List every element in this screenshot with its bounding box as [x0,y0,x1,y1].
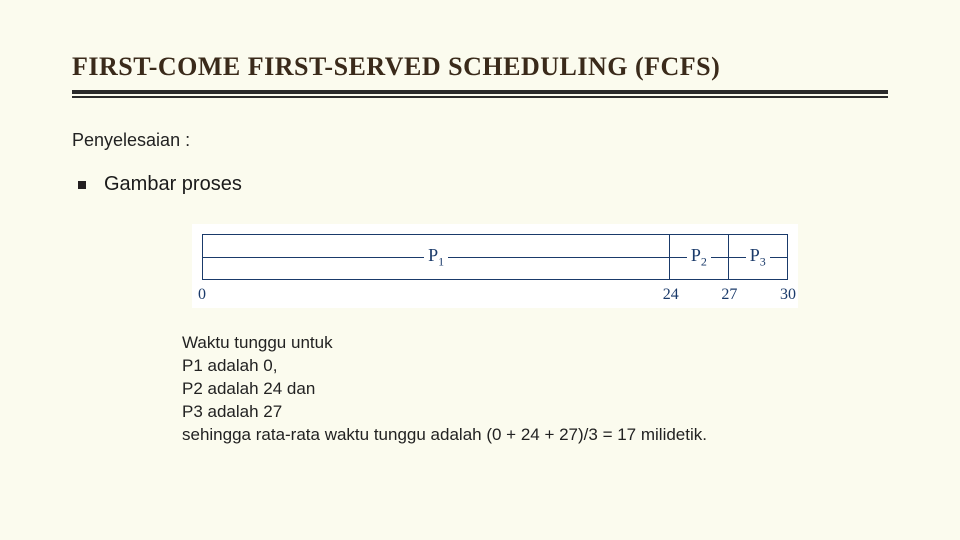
notes-block: Waktu tunggu untuk P1 adalah 0, P2 adala… [182,332,816,447]
segment-label-base: P [691,245,701,265]
gantt-ticks: 0242730 [202,280,788,300]
segment-label-sub: 3 [760,254,766,268]
page-title: FIRST-COME FIRST-SERVED SCHEDULING (FCFS… [72,52,888,82]
note-line: P2 adalah 24 dan [182,378,816,401]
slide: FIRST-COME FIRST-SERVED SCHEDULING (FCFS… [0,0,960,540]
subtitle: Penyelesaian : [72,130,888,151]
gantt-segment: P1 [203,235,670,279]
gantt-chart: P1P2P3 0242730 [192,224,798,308]
segment-label: P1 [424,245,448,270]
title-rule-inner [72,96,888,98]
note-line: Waktu tunggu untuk [182,332,816,355]
tick-label: 30 [780,286,796,304]
tick-label: 27 [721,286,737,304]
tick-label: 24 [663,286,679,304]
bullet-label: Gambar proses [104,173,242,196]
gantt-segment: P2 [670,235,728,279]
gantt-segment: P3 [729,235,787,279]
note-line: P1 adalah 0, [182,355,816,378]
segment-label-base: P [428,245,438,265]
segment-label: P2 [687,245,711,270]
bullet-row: Gambar proses [72,173,888,196]
title-rule [72,90,888,98]
tick-label: 0 [198,286,206,304]
segment-label-sub: 1 [438,254,444,268]
note-line: P3 adalah 27 [182,401,816,424]
segment-label: P3 [746,245,770,270]
segment-label-base: P [750,245,760,265]
square-bullet-icon [78,181,86,189]
gantt-bar: P1P2P3 [202,234,788,280]
note-line: sehingga rata-rata waktu tunggu adalah (… [182,424,816,447]
segment-label-sub: 2 [701,254,707,268]
